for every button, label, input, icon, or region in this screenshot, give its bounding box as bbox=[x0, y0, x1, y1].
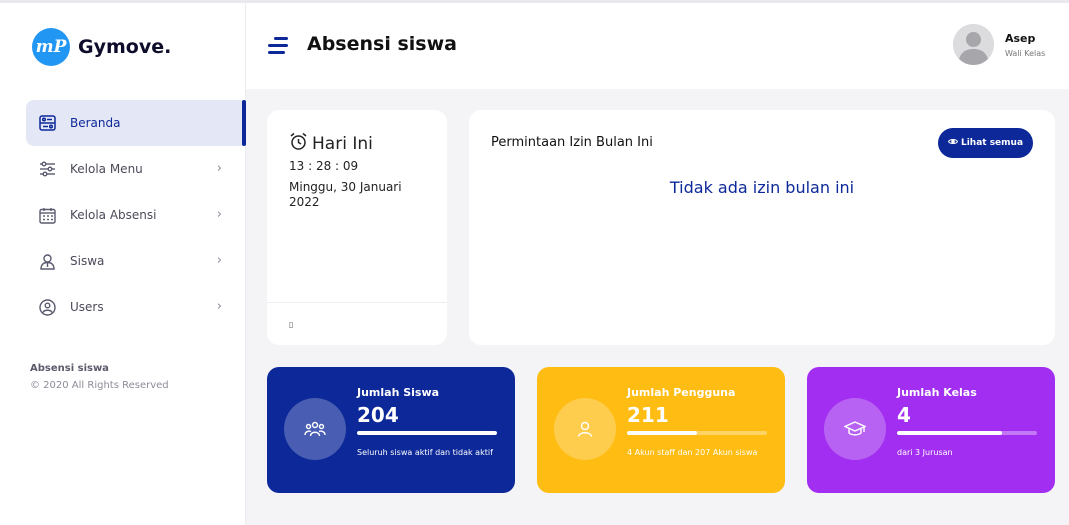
stat-card-students: Jumlah Siswa 204 Seluruh siswa aktif dan… bbox=[267, 367, 515, 493]
sidebar-item-siswa[interactable]: Siswa › bbox=[26, 238, 246, 284]
stat-label: Jumlah Pengguna bbox=[627, 386, 736, 399]
avatar[interactable] bbox=[953, 24, 994, 65]
dashboard-icon bbox=[38, 114, 56, 132]
current-time: 13 : 28 : 09 bbox=[289, 159, 359, 173]
top-header: Absensi siswa Asep Wali Kelas bbox=[246, 3, 1069, 89]
stat-value: 211 bbox=[627, 403, 669, 427]
sidebar: mP Gymove. Beranda Kelola Menu › Kelola … bbox=[0, 3, 246, 525]
menu-toggle-icon[interactable] bbox=[268, 37, 288, 54]
stat-progress-bar bbox=[357, 431, 497, 435]
footer-app-name: Absensi siswa bbox=[30, 363, 109, 374]
stat-value: 4 bbox=[897, 403, 911, 427]
sidebar-item-kelola-menu[interactable]: Kelola Menu › bbox=[26, 146, 246, 192]
see-all-button[interactable]: Lihat semua bbox=[938, 128, 1033, 158]
user-name[interactable]: Asep bbox=[1005, 32, 1035, 45]
stat-label: Jumlah Siswa bbox=[357, 386, 440, 399]
sidebar-item-beranda[interactable]: Beranda bbox=[26, 100, 246, 146]
calendar-icon bbox=[38, 206, 56, 224]
divider bbox=[267, 302, 447, 303]
sidebar-item-label: Kelola Menu bbox=[70, 162, 143, 176]
chevron-right-icon: › bbox=[216, 253, 222, 268]
sidebar-item-kelola-absensi[interactable]: Kelola Absensi › bbox=[26, 192, 246, 238]
stat-progress-bar bbox=[627, 431, 767, 435]
empty-state-message: Tidak ada izin bulan ini bbox=[669, 178, 855, 197]
sliders-icon bbox=[38, 160, 56, 178]
stat-label: Jumlah Kelas bbox=[897, 386, 977, 399]
stat-progress-fill bbox=[357, 431, 497, 435]
group-icon bbox=[284, 398, 346, 460]
brand-logo[interactable]: mP Gymove. bbox=[32, 28, 171, 66]
eye-icon bbox=[947, 138, 959, 148]
alarm-clock-icon bbox=[289, 132, 308, 156]
stat-note: Seluruh siswa aktif dan tidak aktif bbox=[357, 448, 493, 457]
sidebar-item-label: Users bbox=[70, 300, 104, 314]
stat-value: 204 bbox=[357, 403, 399, 427]
chevron-right-icon: › bbox=[216, 161, 222, 176]
chevron-right-icon: › bbox=[216, 207, 222, 222]
leave-requests-card: Permintaan Izin Bulan Ini Lihat semua Ti… bbox=[469, 110, 1055, 345]
sidebar-item-label: Beranda bbox=[70, 116, 121, 130]
chevron-right-icon: › bbox=[216, 299, 222, 314]
stat-card-users: Jumlah Pengguna 211 4 Akun staff dan 207… bbox=[537, 367, 785, 493]
footer-copyright: © 2020 All Rights Reserved bbox=[30, 380, 169, 391]
stat-progress-fill bbox=[627, 431, 697, 435]
brand-name: Gymove. bbox=[78, 36, 172, 58]
graduation-cap-icon bbox=[824, 398, 886, 460]
sidebar-item-users[interactable]: Users › bbox=[26, 284, 246, 330]
users-icon bbox=[38, 298, 56, 316]
page-title: Absensi siswa bbox=[307, 33, 457, 55]
today-heading: Hari Ini bbox=[289, 132, 373, 156]
today-title: Hari Ini bbox=[312, 134, 373, 154]
sidebar-item-label: Siswa bbox=[70, 254, 105, 268]
stat-note: 4 Akun staff dan 207 Akun siswa bbox=[627, 448, 758, 457]
stat-progress-fill bbox=[897, 431, 1002, 435]
logo-mark: mP bbox=[32, 28, 70, 66]
sidebar-footer: Absensi siswa © 2020 All Rights Reserved bbox=[30, 363, 169, 391]
placeholder-glyph: ▯ bbox=[289, 320, 294, 329]
stat-card-classes: Jumlah Kelas 4 dari 3 Jurusan bbox=[807, 367, 1055, 493]
user-icon bbox=[554, 398, 616, 460]
sidebar-item-label: Kelola Absensi bbox=[70, 208, 157, 222]
student-icon bbox=[38, 252, 56, 270]
user-role: Wali Kelas bbox=[1005, 49, 1046, 58]
stat-note: dari 3 Jurusan bbox=[897, 448, 953, 457]
leave-requests-title: Permintaan Izin Bulan Ini bbox=[491, 135, 653, 150]
sidebar-nav: Beranda Kelola Menu › Kelola Absensi › S… bbox=[26, 100, 246, 330]
today-card: Hari Ini 13 : 28 : 09 Minggu, 30 Januari… bbox=[267, 110, 447, 345]
current-date: Minggu, 30 Januari 2022 bbox=[289, 180, 402, 209]
see-all-label: Lihat semua bbox=[960, 138, 1024, 148]
stat-progress-bar bbox=[897, 431, 1037, 435]
